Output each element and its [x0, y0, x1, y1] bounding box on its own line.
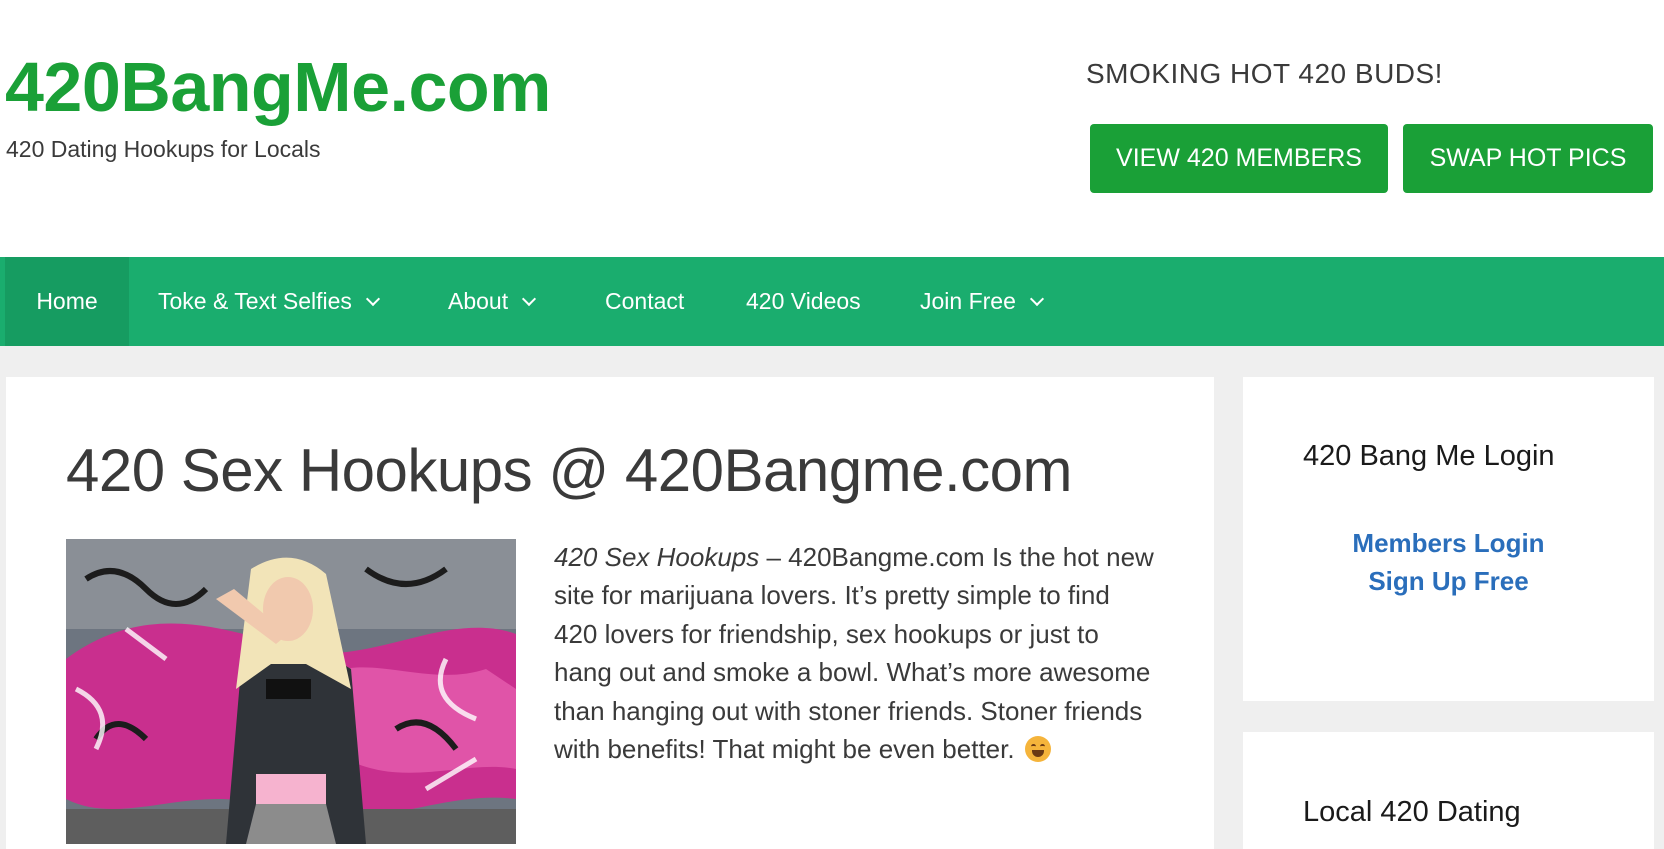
- nav-item-label: Contact: [605, 288, 685, 314]
- nav-item-label: Home: [36, 288, 98, 314]
- nav-item-about[interactable]: About: [448, 257, 537, 346]
- main-nav: Home Toke & Text Selfies About Contact 4…: [0, 257, 1664, 346]
- nav-item-join-free[interactable]: Join Free: [920, 257, 1044, 346]
- chevron-down-icon: [1029, 291, 1044, 307]
- article-text: – 420Bangme.com Is the hot new site for …: [554, 542, 1154, 765]
- nav-item-label: Join Free: [920, 288, 1016, 314]
- nav-item-420-videos[interactable]: 420 Videos: [746, 257, 861, 346]
- login-widget-title: 420 Bang Me Login: [1303, 440, 1555, 472]
- sign-up-free-link[interactable]: Sign Up Free: [1243, 566, 1654, 597]
- nav-item-label: About: [448, 288, 509, 314]
- dating-widget-title: Local 420 Dating: [1303, 796, 1521, 828]
- article-body: 420 Sex Hookups – 420Bangme.com Is the h…: [554, 538, 1154, 768]
- site-title[interactable]: 420BangMe.com: [5, 52, 551, 122]
- site-header: 420BangMe.com 420 Dating Hookups for Loc…: [0, 0, 1664, 257]
- chevron-down-icon: [522, 291, 537, 307]
- swap-pics-button[interactable]: SWAP HOT PICS: [1403, 124, 1653, 193]
- grinning-emoji-icon: [1024, 736, 1051, 763]
- page-title: 420 Sex Hookups @ 420Bangme.com: [66, 437, 1073, 504]
- nav-item-home[interactable]: Home: [5, 257, 129, 346]
- promo-heading: SMOKING HOT 420 BUDS!: [1086, 58, 1443, 89]
- view-members-button[interactable]: VIEW 420 MEMBERS: [1090, 124, 1388, 193]
- main-content: 420 Sex Hookups @ 420Bangme.com 420 Sex …: [6, 377, 1214, 849]
- nav-item-contact[interactable]: Contact: [605, 257, 684, 346]
- article-intro: 420 Sex Hookups: [554, 542, 760, 572]
- nav-item-toke-text-selfies[interactable]: Toke & Text Selfies: [158, 257, 380, 346]
- featured-image: [66, 539, 516, 844]
- login-widget: 420 Bang Me Login Members Login Sign Up …: [1243, 377, 1654, 701]
- site-tagline: 420 Dating Hookups for Locals: [6, 136, 321, 162]
- members-login-link[interactable]: Members Login: [1243, 528, 1654, 559]
- nav-item-label: Toke & Text Selfies: [158, 288, 352, 314]
- chevron-down-icon: [365, 291, 380, 307]
- dating-widget: Local 420 Dating: [1243, 732, 1654, 849]
- nav-item-label: 420 Videos: [746, 288, 861, 314]
